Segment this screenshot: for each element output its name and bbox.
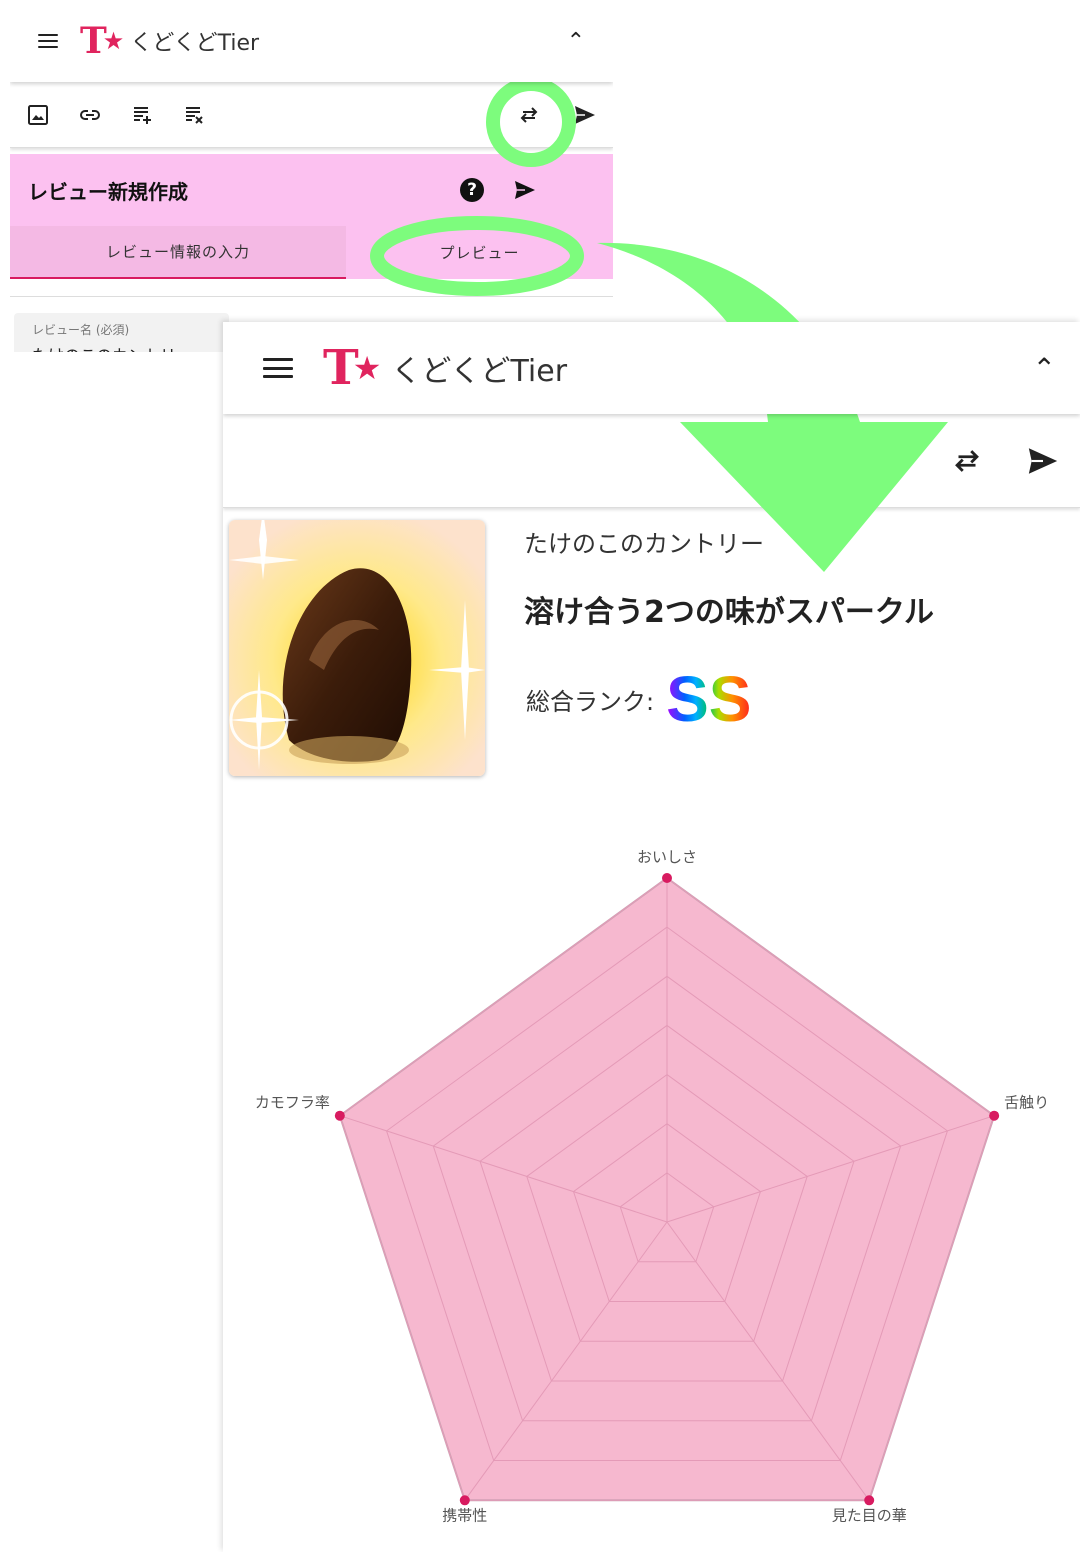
rank-label: 総合ランク:	[526, 687, 655, 716]
swap-icon[interactable]	[950, 444, 984, 478]
radar-axis-label: 携帯性	[442, 1506, 487, 1524]
tab-review-input[interactable]: レビュー情報の入力	[10, 226, 346, 279]
swap-icon[interactable]	[517, 103, 541, 127]
app-logo[interactable]: T ★ くどくどTier	[80, 20, 259, 62]
review-name-field[interactable]: レビュー名 (必須) たけのこのカントリー	[14, 313, 229, 352]
app-name: くどくどTier	[130, 31, 260, 56]
app-name: くどくどTier	[391, 354, 568, 389]
logo-star-icon: ★	[102, 27, 125, 55]
radar-data-point	[989, 1110, 1000, 1121]
editor-app-bar: T ★ くどくどTier ⌃	[10, 0, 613, 82]
review-header: レビュー新規作成 ? レビュー情報の入力 プレビュー	[10, 154, 613, 279]
link-icon[interactable]	[78, 103, 102, 127]
app-logo[interactable]: T ★ くどくどTier	[323, 340, 567, 396]
editor-tabs: レビュー情報の入力 プレビュー	[10, 226, 613, 279]
preview-toolbar	[223, 414, 1080, 508]
menu-icon[interactable]	[38, 34, 58, 48]
chevron-up-icon[interactable]: ⌃	[567, 29, 585, 54]
radar-axis-label: カモフラ率	[255, 1094, 330, 1112]
review-title: レビュー新規作成	[28, 180, 188, 204]
help-icon[interactable]: ?	[460, 178, 484, 202]
product-image	[229, 520, 485, 776]
note-remove-icon[interactable]	[182, 103, 206, 127]
chevron-up-icon[interactable]: ⌃	[1033, 352, 1056, 385]
radar-axis-label: 舌触り	[1004, 1094, 1049, 1112]
review-name-label: レビュー名 (必須)	[32, 323, 130, 337]
image-icon[interactable]	[26, 103, 50, 127]
menu-icon[interactable]	[263, 358, 293, 378]
note-add-icon[interactable]	[130, 103, 154, 127]
product-name: たけのこのカントリー	[524, 530, 764, 558]
review-catchphrase: 溶け合う2つの味がスパークル	[524, 595, 934, 630]
editor-panel: T ★ くどくどTier ⌃ レビュー新規作成 ? レビュー情報の入力 プレビュ…	[10, 0, 613, 352]
preview-app-bar: T ★ くどくどTier ⌃	[223, 322, 1080, 414]
radar-chart: おいしさ舌触り見た目の華 携帯性 カモフラ率	[255, 848, 1049, 1524]
radar-data-point	[864, 1495, 875, 1506]
tab-preview[interactable]: プレビュー	[346, 226, 613, 279]
overall-rank: 総合ランク: SS	[526, 662, 751, 736]
divider	[10, 296, 613, 297]
send-icon[interactable]	[573, 103, 597, 127]
radar-axis-label: 見た目の華	[832, 1506, 907, 1524]
send-review-icon[interactable]	[513, 178, 537, 206]
preview-panel: T ★ くどくどTier ⌃ たけのこのカントリー 溶け合う2つの味がスパークル…	[223, 322, 1080, 1552]
send-icon[interactable]	[1026, 444, 1060, 478]
radar-data-point	[334, 1110, 345, 1121]
rank-value: SS	[666, 663, 752, 735]
review-name-input[interactable]: たけのこのカントリー	[32, 342, 211, 352]
radar-axis-label: おいしさ	[637, 848, 697, 866]
radar-data-point	[662, 873, 672, 883]
logo-star-icon: ★	[352, 349, 382, 387]
radar-data-point	[459, 1495, 470, 1506]
editor-toolbar	[10, 82, 613, 148]
